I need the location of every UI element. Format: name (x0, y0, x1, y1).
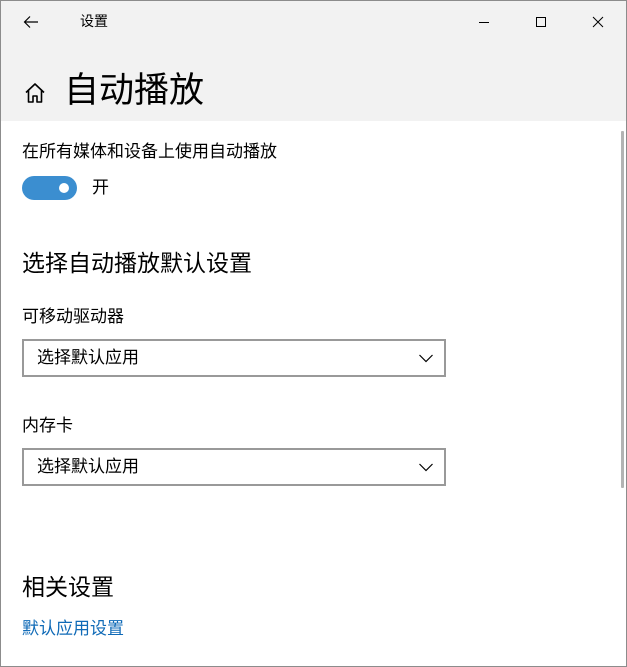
minimize-icon (478, 22, 489, 23)
toggle-knob (59, 183, 69, 193)
memory-card-selected: 选择默认应用 (37, 457, 139, 477)
memory-card-label: 内存卡 (22, 416, 73, 436)
maximize-button[interactable] (512, 1, 569, 43)
maximize-icon (535, 17, 546, 27)
toggle-state-label: 开 (92, 178, 109, 198)
autoplay-label: 在所有媒体和设备上使用自动播放 (22, 142, 277, 162)
related-section-title: 相关设置 (22, 575, 114, 601)
title-bar: 设置 (1, 1, 626, 43)
memory-card-dropdown[interactable]: 选择默认应用 (22, 448, 446, 486)
back-arrow-icon (23, 16, 38, 28)
chevron-down-icon (419, 354, 433, 363)
chevron-down-icon (419, 463, 433, 472)
app-title: 设置 (80, 14, 108, 30)
removable-drive-label: 可移动驱动器 (22, 307, 124, 327)
close-button[interactable] (569, 1, 626, 43)
default-apps-link[interactable]: 默认应用设置 (22, 618, 124, 640)
page-title: 自动播放 (64, 71, 205, 111)
settings-window: 设置 自动播放 在所有媒体和设备上使用自动播放 开 选择自动播放默认设置 可移动… (0, 0, 627, 667)
home-icon[interactable] (23, 81, 47, 105)
removable-drive-dropdown[interactable]: 选择默认应用 (22, 339, 446, 377)
scrollbar[interactable] (621, 131, 624, 488)
defaults-section-title: 选择自动播放默认设置 (22, 251, 252, 277)
back-button[interactable] (9, 3, 53, 41)
minimize-button[interactable] (455, 1, 512, 43)
close-icon (592, 16, 603, 28)
content-area: 在所有媒体和设备上使用自动播放 开 选择自动播放默认设置 可移动驱动器 选择默认… (1, 121, 626, 666)
removable-drive-selected: 选择默认应用 (37, 348, 139, 368)
autoplay-toggle[interactable] (22, 176, 77, 200)
page-header: 自动播放 (1, 43, 626, 121)
